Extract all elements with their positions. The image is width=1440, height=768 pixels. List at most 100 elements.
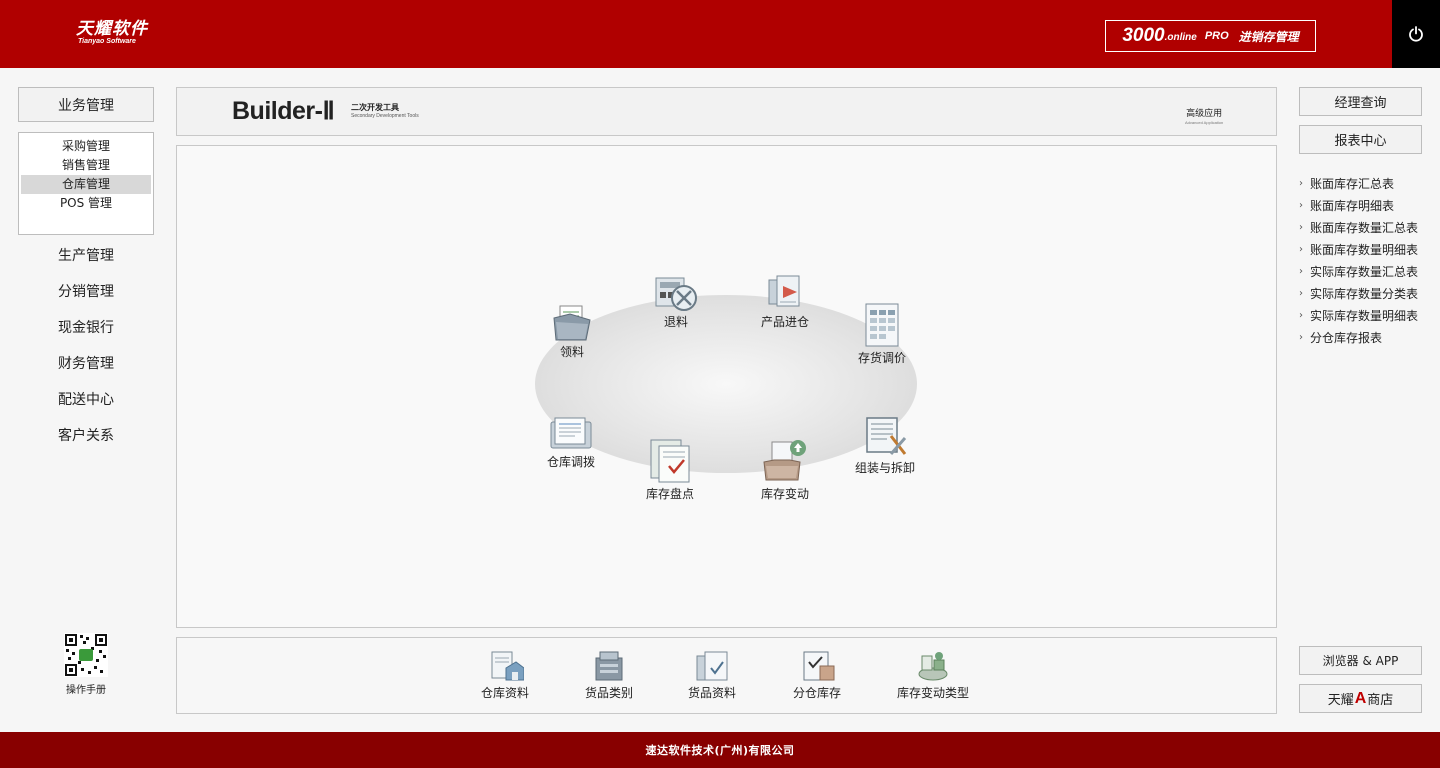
manual-label: 操作手册 <box>66 685 106 696</box>
product-badge: 3000 .online PRO 进销存管理 <box>1105 20 1316 52</box>
report-link[interactable]: › 账面库存数量明细表 <box>1299 238 1429 260</box>
workflow-node-price-adjustment[interactable]: 存货调价 <box>837 302 927 366</box>
report-center-button[interactable]: 报表中心 <box>1299 125 1422 154</box>
basic-data-panel: 仓库资料 货品类别 货品资料 分仓库存 库存变动类型 <box>176 637 1277 714</box>
report-list: › 账面库存汇总表 › 账面库存明细表 › 账面库存数量汇总表 › 账面库存数量明细表 … <box>1299 172 1429 348</box>
product-online: .online <box>1164 32 1197 43</box>
workflow-node-material-return[interactable]: 退料 <box>631 274 721 330</box>
chevron-right-icon: › <box>1299 243 1303 255</box>
workflow-node-product-stock-in[interactable]: 产品进仓 <box>740 274 830 330</box>
report-label: 实际库存数量分类表 <box>1310 286 1419 301</box>
tianyao-logo: 天耀软件 Tianyao Software <box>76 20 148 46</box>
bottom-item-warehouse-info[interactable]: 仓库资料 <box>481 650 529 701</box>
browser-app-button[interactable]: 浏览器 & APP <box>1299 646 1422 675</box>
sidebar-item-crm[interactable]: 客户关系 <box>18 426 154 462</box>
product-in-icon <box>768 275 800 307</box>
bottom-item-branch-stock[interactable]: 分仓库存 <box>793 650 841 701</box>
bottom-item-stock-change-type[interactable]: 库存变动类型 <box>897 650 969 701</box>
submenu-item-pos[interactable]: POS 管理 <box>21 194 151 213</box>
workflow-node-stock-count[interactable]: 库存盘点 <box>625 438 715 502</box>
workflow-node-stock-change[interactable]: 库存变动 <box>740 438 830 502</box>
checklist-icon <box>650 439 690 483</box>
product-name: 进销存管理 <box>1238 29 1299 44</box>
node-label: 领料 <box>559 345 584 359</box>
workflow-node-warehouse-transfer[interactable]: 仓库调拨 <box>526 416 616 470</box>
node-label: 退料 <box>663 315 688 329</box>
branch-stock-icon <box>803 651 835 681</box>
bottom-item-label: 仓库资料 <box>481 686 530 700</box>
company-name: 速达软件技术(广州)有限公司 <box>645 744 795 757</box>
inbox-upload-icon <box>763 440 806 481</box>
submenu-item-purchase[interactable]: 采购管理 <box>21 137 151 156</box>
node-label: 组装与拆卸 <box>854 461 915 475</box>
report-link[interactable]: › 账面库存汇总表 <box>1299 172 1429 194</box>
workflow-node-material-requisition[interactable]: 领料 <box>527 304 617 360</box>
bottom-item-label: 货品资料 <box>688 686 737 700</box>
report-link[interactable]: › 实际库存数量分类表 <box>1299 282 1429 304</box>
business-management-button[interactable]: 业务管理 <box>18 87 154 122</box>
tianyao-store-button[interactable]: 天耀 A 商店 <box>1299 684 1422 713</box>
bottom-item-label: 库存变动类型 <box>897 686 970 700</box>
sidebar-item-distribution[interactable]: 分销管理 <box>18 282 154 318</box>
goods-info-icon <box>696 651 728 681</box>
tools-doc-icon <box>866 417 907 455</box>
submenu-item-warehouse[interactable]: 仓库管理 <box>21 175 151 194</box>
goods-category-icon <box>595 651 623 681</box>
warehouse-info-icon <box>491 651 524 681</box>
chevron-right-icon: › <box>1299 221 1303 233</box>
report-link[interactable]: › 实际库存数量明细表 <box>1299 304 1429 326</box>
qr-code-icon <box>64 633 108 677</box>
folder-docs-icon <box>553 305 591 341</box>
chevron-right-icon: › <box>1299 331 1303 343</box>
bottom-item-label: 货品类别 <box>585 686 634 700</box>
node-label: 存货调价 <box>857 351 906 365</box>
logo-cn: 天耀软件 <box>76 19 148 39</box>
report-link[interactable]: › 分仓库存报表 <box>1299 326 1429 348</box>
report-label: 账面库存明细表 <box>1310 198 1395 213</box>
chevron-right-icon: › <box>1299 177 1303 189</box>
business-submenu: 采购管理 销售管理 仓库管理 POS 管理 <box>18 132 154 235</box>
product-num: 3000 <box>1122 25 1165 46</box>
logo-en: Tianyao Software <box>78 38 136 45</box>
store-label-pre: 天耀 <box>1327 693 1354 708</box>
workflow-node-assembly[interactable]: 组装与拆卸 <box>840 414 930 476</box>
manager-query-button[interactable]: 经理查询 <box>1299 87 1422 116</box>
builder-sub-en: Secondary Development Tools <box>351 113 419 119</box>
transfer-doc-icon <box>550 417 592 449</box>
builder-title: Builder-Ⅱ <box>232 97 335 125</box>
node-label: 产品进仓 <box>760 315 809 329</box>
advanced-application-link[interactable]: 高级应用 Advanced Application <box>1185 109 1223 126</box>
bottom-item-goods-category[interactable]: 货品类别 <box>585 650 633 701</box>
spreadsheet-icon <box>865 303 899 347</box>
power-icon <box>1409 26 1423 42</box>
sidebar-item-delivery[interactable]: 配送中心 <box>18 390 154 426</box>
advanced-en: Advanced Application <box>1185 120 1224 125</box>
workflow-panel: 领料 退料 产品进仓 存货调价 仓库调拨 库存盘点 库存变动 组装与拆卸 <box>176 145 1277 628</box>
builder-bar: Builder-Ⅱ 二次开发工具 Secondary Development T… <box>176 87 1277 136</box>
report-label: 实际库存数量明细表 <box>1310 308 1419 323</box>
chevron-right-icon: › <box>1299 287 1303 299</box>
report-link[interactable]: › 实际库存数量汇总表 <box>1299 260 1429 282</box>
report-link[interactable]: › 账面库存数量汇总表 <box>1299 216 1429 238</box>
advanced-cn: 高级应用 <box>1186 109 1223 119</box>
submenu-item-sales[interactable]: 销售管理 <box>21 156 151 175</box>
report-label: 账面库存汇总表 <box>1310 176 1395 191</box>
sidebar-item-production[interactable]: 生产管理 <box>18 246 154 282</box>
app-footer: 速达软件技术(广州)有限公司 <box>0 732 1440 768</box>
node-label: 库存盘点 <box>645 487 694 501</box>
power-button[interactable] <box>1392 0 1440 68</box>
builder-subtitle: 二次开发工具 Secondary Development Tools <box>351 103 419 120</box>
chevron-right-icon: › <box>1299 199 1303 211</box>
sidebar-item-finance[interactable]: 财务管理 <box>18 354 154 390</box>
app-header: 天耀软件 Tianyao Software 3000 .online PRO 进… <box>0 0 1440 68</box>
report-label: 账面库存数量明细表 <box>1310 242 1419 257</box>
node-label: 仓库调拨 <box>546 455 595 469</box>
report-link[interactable]: › 账面库存明细表 <box>1299 194 1429 216</box>
report-label: 分仓库存报表 <box>1310 330 1383 345</box>
report-label: 账面库存数量汇总表 <box>1310 220 1419 235</box>
manual-qr-link[interactable]: 操作手册 <box>56 633 116 696</box>
store-logo-mark: A <box>1354 689 1367 707</box>
chevron-right-icon: › <box>1299 309 1303 321</box>
bottom-item-goods-info[interactable]: 货品资料 <box>688 650 736 701</box>
sidebar-item-cash-bank[interactable]: 现金银行 <box>18 318 154 354</box>
